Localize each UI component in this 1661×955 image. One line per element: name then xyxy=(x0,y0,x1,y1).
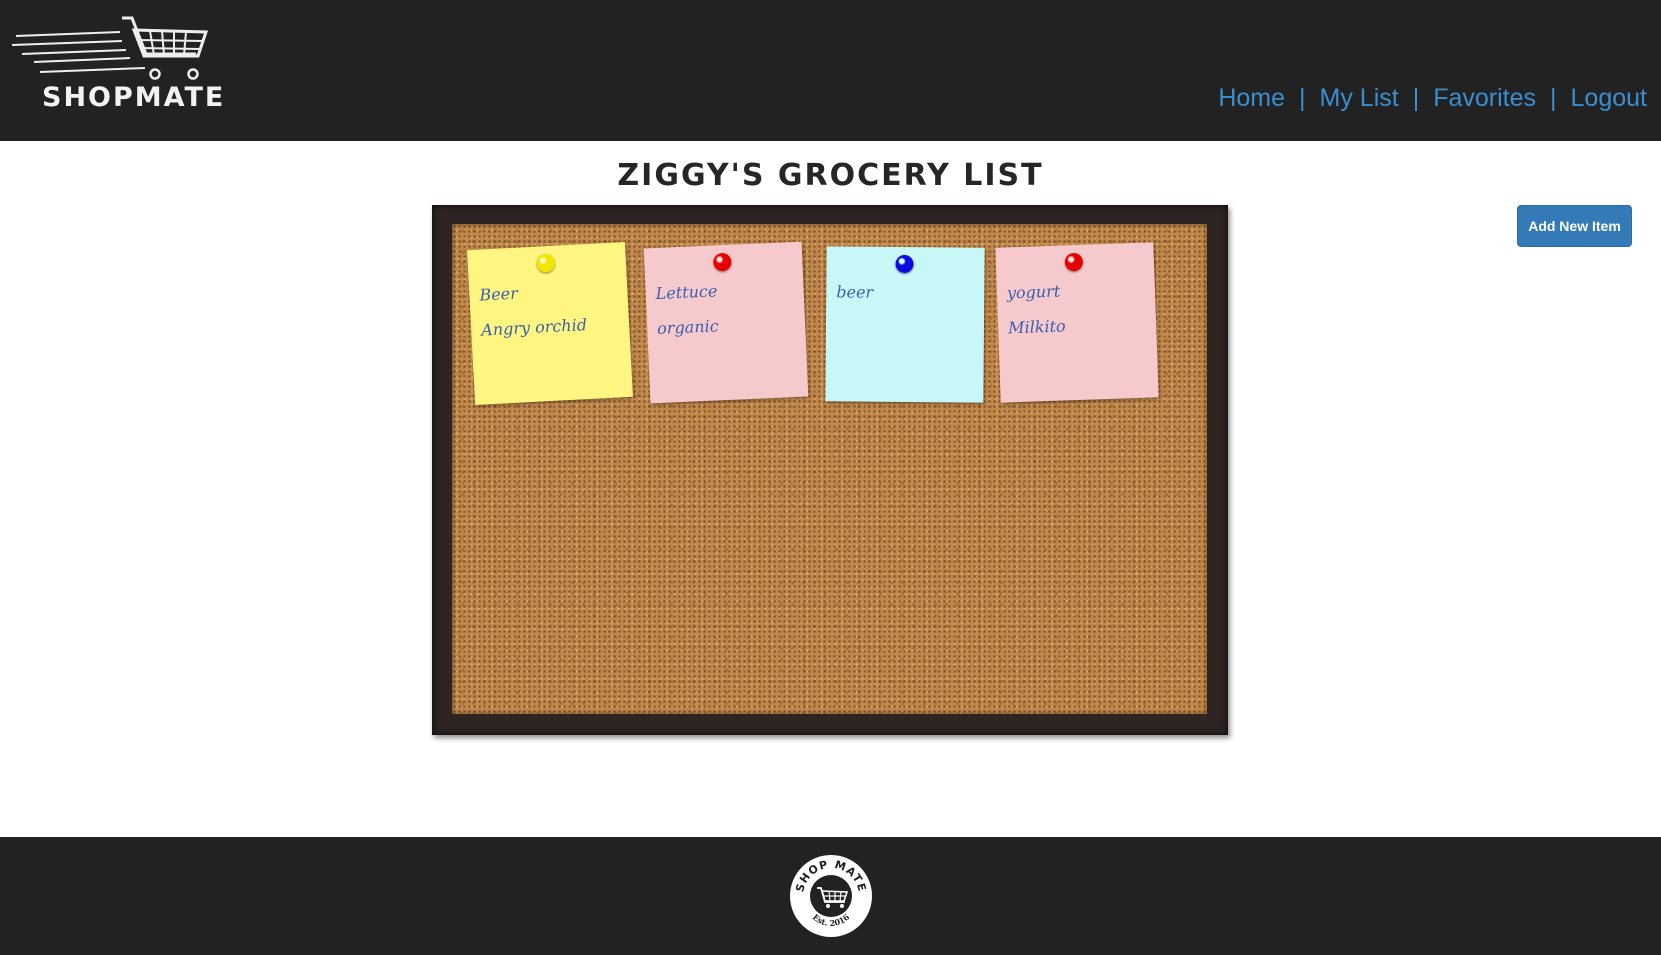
sticky-note[interactable]: beer xyxy=(825,246,985,403)
note-item-detail: organic xyxy=(656,316,720,338)
page-title: ZIGGY'S GROCERY LIST xyxy=(617,158,1044,193)
note-item-name: yogurt xyxy=(1006,281,1061,303)
nav-separator: | xyxy=(1299,84,1306,112)
nav-separator: | xyxy=(1550,84,1557,112)
pushpin-icon xyxy=(1064,252,1084,272)
main-nav: Home | My List | Favorites | Logout xyxy=(1218,84,1647,113)
note-item-detail xyxy=(836,317,976,318)
note-item-name: beer xyxy=(836,282,874,302)
sticky-note[interactable]: yogurt Milkito xyxy=(995,242,1159,403)
nav-home-link[interactable]: Home xyxy=(1218,84,1285,113)
logo-wordmark: SHOPMATE xyxy=(42,82,226,113)
nav-favorites-link[interactable]: Favorites xyxy=(1433,84,1536,113)
note-item-name: Beer xyxy=(478,283,519,305)
note-item-detail: Angry orchid xyxy=(480,315,588,340)
pushpin-icon xyxy=(536,253,556,273)
pushpin-icon xyxy=(895,254,914,274)
note-item-detail: Milkito xyxy=(1007,316,1066,338)
nav-my-list-link[interactable]: My List xyxy=(1320,84,1399,113)
shopping-cart-icon xyxy=(11,16,209,80)
note-item-name: Lettuce xyxy=(655,281,718,304)
top-navbar: SHOPMATE Home | My List | Favorites | Lo… xyxy=(0,0,1661,141)
shopping-cart-badge-icon: SHOP MATE Est. 2016 xyxy=(790,855,872,937)
pushpin-icon xyxy=(712,252,732,272)
shopmate-logo[interactable]: SHOPMATE xyxy=(10,14,223,114)
footer: SHOP MATE Est. 2016 xyxy=(0,837,1661,955)
sticky-note[interactable]: Lettuce organic xyxy=(643,241,809,404)
add-new-item-button[interactable]: Add New Item xyxy=(1517,205,1632,247)
sticky-note[interactable]: Beer Angry orchid xyxy=(467,241,633,406)
nav-separator: | xyxy=(1412,84,1420,112)
nav-logout-link[interactable]: Logout xyxy=(1571,84,1647,113)
shopmate-badge-logo: SHOP MATE Est. 2016 xyxy=(789,854,873,938)
